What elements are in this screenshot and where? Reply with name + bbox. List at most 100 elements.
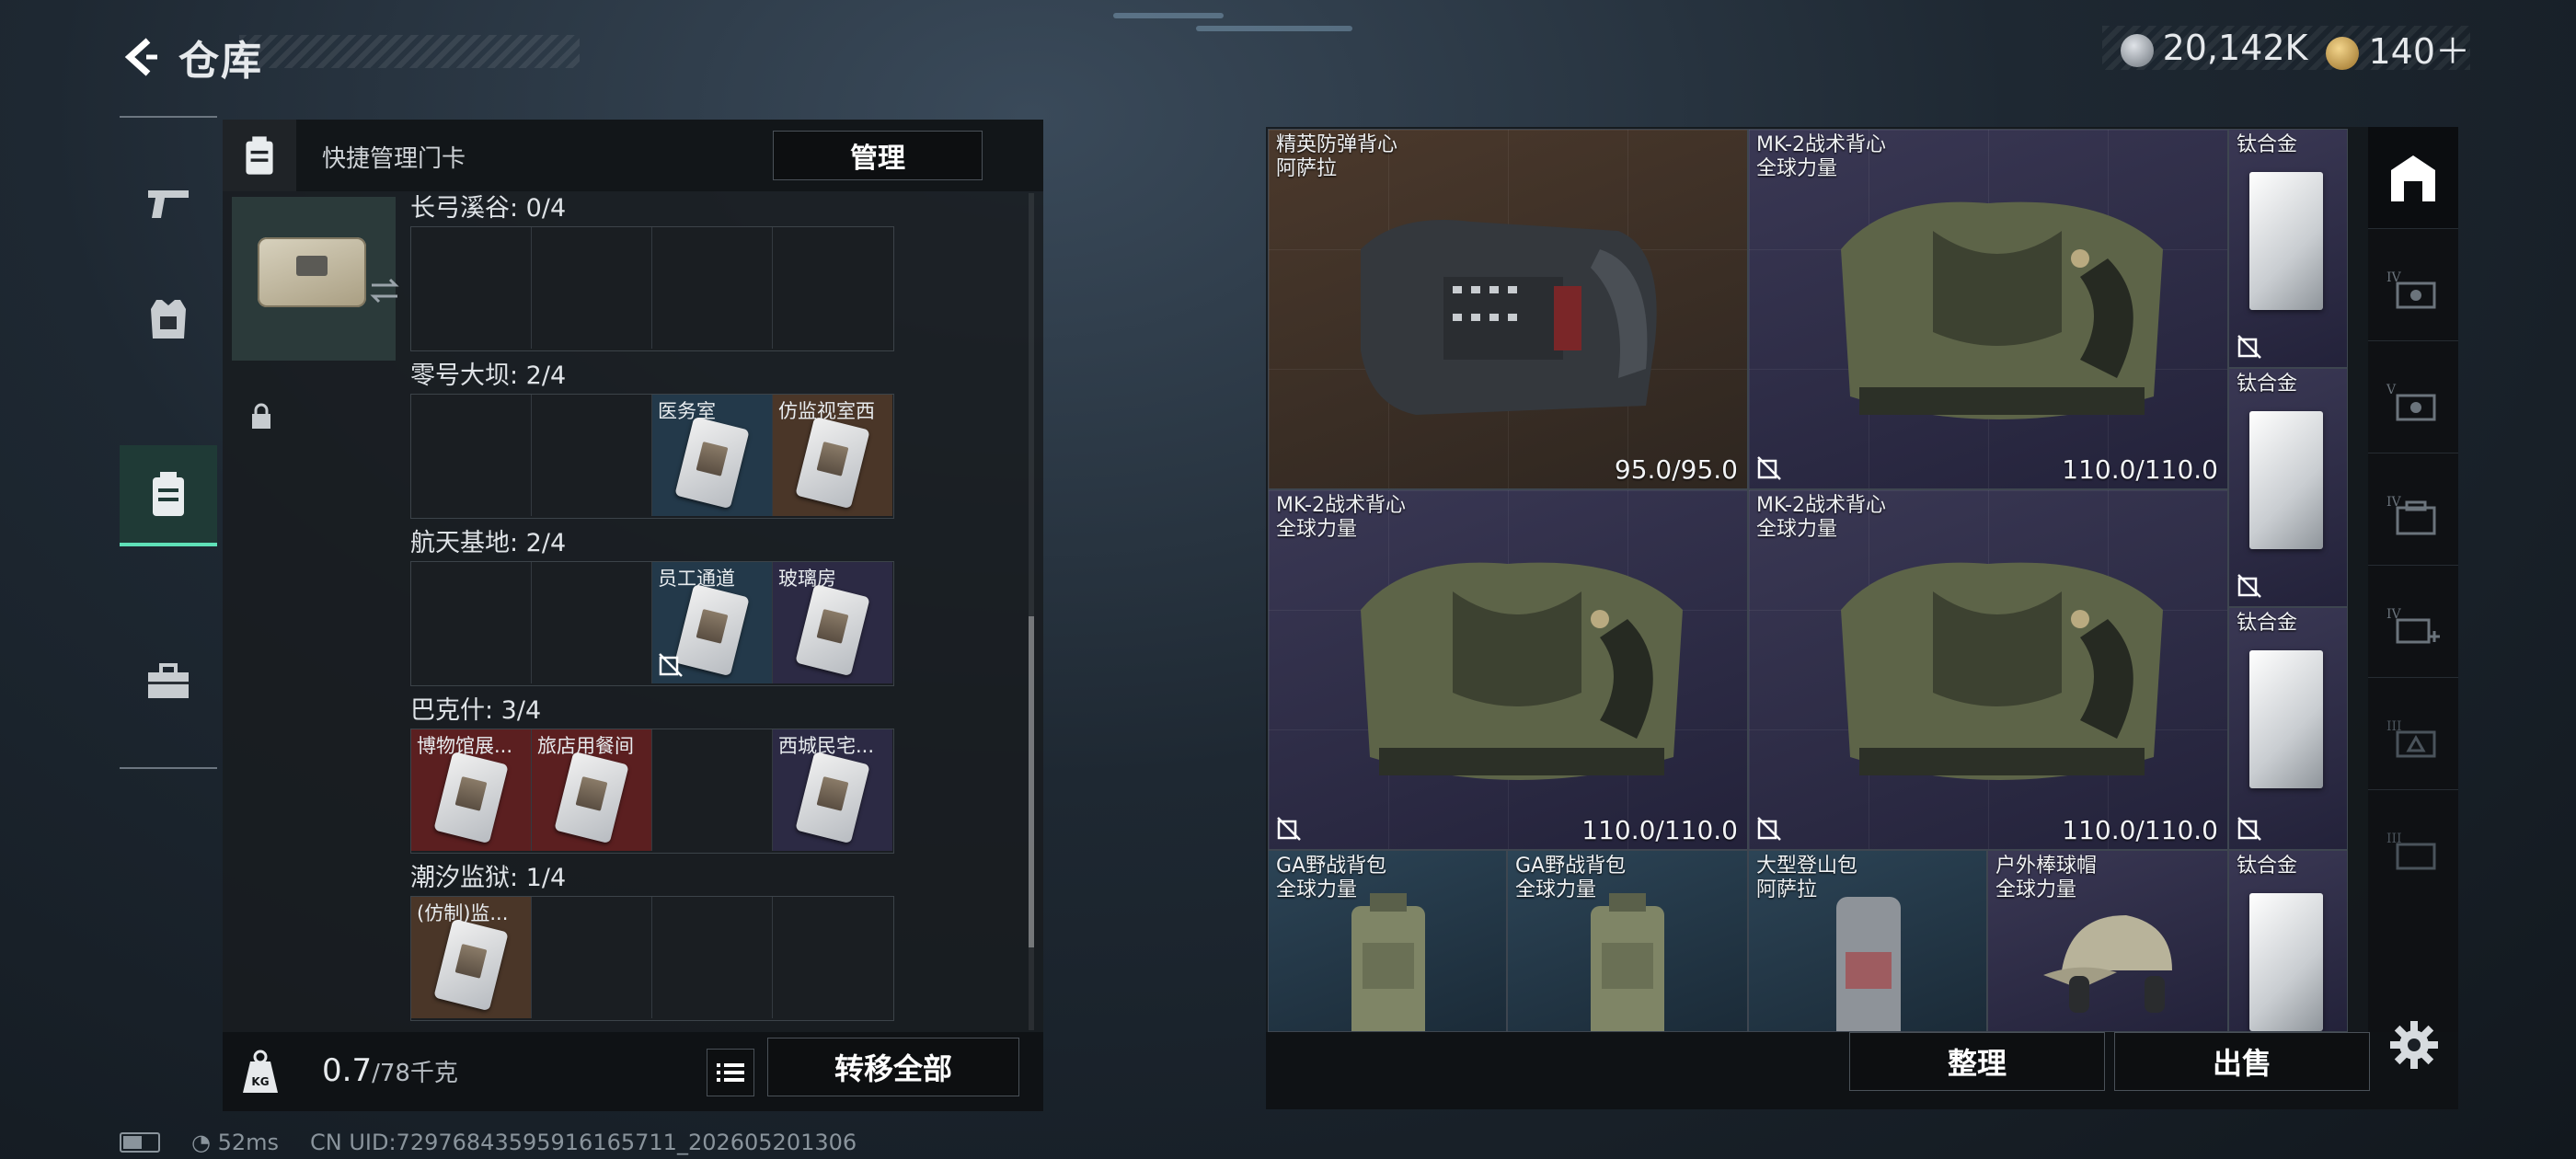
keycard-cell-empty[interactable] bbox=[532, 395, 652, 516]
sell-button[interactable]: 出售 bbox=[2114, 1032, 2370, 1091]
keycard-image bbox=[554, 751, 629, 844]
inventory-item[interactable]: 钛合金 bbox=[2228, 129, 2348, 368]
keycard-label: 员工通道 bbox=[658, 568, 735, 590]
inventory-item[interactable]: 户外棒球帽 全球力量 bbox=[1987, 850, 2228, 1032]
keycard-label: 玻璃房 bbox=[778, 568, 836, 590]
keycard-image bbox=[674, 416, 750, 510]
gold-currency[interactable]: 140＋ bbox=[2326, 23, 2470, 74]
item-name: GA野战背包 全球力量 bbox=[1515, 855, 1627, 901]
keycard-image bbox=[795, 751, 870, 844]
category-weapons[interactable] bbox=[120, 155, 217, 252]
list-icon bbox=[717, 1063, 744, 1082]
keycard-holder-slot[interactable] bbox=[232, 197, 399, 429]
inventory-item[interactable]: MK-2战术背心 全球力量 110.0/110.0 bbox=[1748, 489, 2228, 850]
inventory-item[interactable]: 钛合金 bbox=[2228, 850, 2348, 1032]
quick-manage-label: 快捷管理门卡 bbox=[322, 145, 466, 173]
keycard-cell[interactable]: 玻璃房 bbox=[773, 562, 892, 683]
armor-icon bbox=[151, 300, 186, 339]
category-tools[interactable] bbox=[120, 633, 217, 730]
baseball-cap-image bbox=[2043, 915, 2172, 1013]
group-label: 零号大坝: 2/4 bbox=[410, 361, 567, 390]
manage-button[interactable]: 管理 bbox=[773, 131, 983, 180]
keycard-image bbox=[674, 583, 750, 677]
mk2-vest-image bbox=[1841, 562, 2163, 780]
keycard-cell[interactable]: 西城民宅... bbox=[773, 729, 892, 851]
keycard-cell[interactable]: 员工通道 bbox=[652, 562, 773, 683]
keycard-grid: 医务室 仿监视室西 bbox=[410, 394, 894, 519]
keycard-cell-empty[interactable] bbox=[411, 227, 532, 349]
silver-coin-icon bbox=[2120, 33, 2154, 67]
keycard-cell-empty[interactable] bbox=[411, 562, 532, 683]
keycard-cell[interactable]: 医务室 bbox=[652, 395, 773, 516]
keycard-label: 仿监视室西 bbox=[778, 400, 875, 422]
titanium-ingot-image bbox=[2249, 893, 2323, 1031]
filter-tier-iii-box[interactable]: III bbox=[2368, 800, 2458, 901]
weight-kg-icon: KG bbox=[243, 1050, 278, 1093]
inventory-item[interactable]: GA野战背包 全球力量 bbox=[1507, 850, 1748, 1032]
weight-current: 0.7 bbox=[322, 1052, 373, 1089]
inventory-item[interactable]: 大型登山包 阿萨拉 bbox=[1748, 850, 1987, 1032]
inventory-item[interactable]: 钛合金 bbox=[2228, 607, 2348, 850]
group-label: 巴克什: 3/4 bbox=[410, 696, 542, 725]
header: 仓库 bbox=[120, 28, 318, 86]
settings-gear-icon[interactable] bbox=[2388, 1019, 2440, 1071]
currency-bar[interactable]: 20,142K 140＋ bbox=[2101, 26, 2470, 72]
transfer-all-button[interactable]: 转移全部 bbox=[767, 1038, 1019, 1096]
keycard-grid: (仿制)监... bbox=[410, 896, 894, 1021]
keycard-cell-empty[interactable] bbox=[773, 897, 892, 1018]
medkit-tier-iv-icon: IV bbox=[2386, 607, 2440, 644]
filter-armor-v[interactable]: V bbox=[2368, 351, 2458, 453]
keycard-cell-empty[interactable] bbox=[652, 729, 773, 851]
keycard-cell[interactable]: 仿监视室西 bbox=[773, 395, 892, 516]
item-name: 户外棒球帽 全球力量 bbox=[1995, 855, 2098, 901]
keycard-image bbox=[795, 583, 870, 677]
keycard-label: 旅店用餐间 bbox=[537, 735, 634, 757]
keycard-grid: 员工通道 玻璃房 bbox=[410, 561, 894, 686]
back-arrow-icon bbox=[124, 38, 157, 76]
list-view-button[interactable] bbox=[707, 1049, 754, 1096]
keycard-cell[interactable]: 博物馆展... bbox=[411, 729, 532, 851]
inventory-item[interactable]: MK-2战术背心 全球力量 110.0/110.0 bbox=[1268, 489, 1748, 850]
swap-icon[interactable] bbox=[366, 272, 403, 309]
keycard-cell-empty[interactable] bbox=[411, 395, 532, 516]
filter-armor-iv[interactable]: IV bbox=[2368, 239, 2458, 341]
filter-tier-iii[interactable]: III bbox=[2368, 688, 2458, 790]
keycard-cell-empty[interactable] bbox=[532, 897, 652, 1018]
svg-text:KG: KG bbox=[251, 1075, 269, 1088]
keycard-cell-empty[interactable] bbox=[652, 897, 773, 1018]
filter-medkit-iv[interactable]: IV bbox=[2368, 576, 2458, 678]
category-armor[interactable] bbox=[120, 270, 217, 368]
inventory-item[interactable]: 精英防弹背心 阿萨拉 95.0/95.0 bbox=[1268, 129, 1748, 489]
category-keycards[interactable] bbox=[120, 445, 217, 546]
keycard-label: 博物馆展... bbox=[417, 735, 513, 757]
weight-readout: 0.7/78千克 bbox=[322, 1052, 458, 1089]
inventory-footer: 整理 出售 bbox=[1266, 1032, 2458, 1109]
keycard-image bbox=[795, 416, 870, 510]
keycard-cell[interactable]: (仿制)监... bbox=[411, 897, 532, 1018]
back-button[interactable] bbox=[120, 36, 162, 78]
sort-button[interactable]: 整理 bbox=[1849, 1032, 2105, 1091]
keycard-cell-empty[interactable] bbox=[773, 227, 892, 349]
titanium-ingot-image bbox=[2249, 172, 2323, 310]
no-trade-icon bbox=[2237, 817, 2261, 841]
tier-iii-icon: III bbox=[2386, 719, 2436, 758]
inventory-item[interactable]: GA野战背包 全球力量 bbox=[1268, 850, 1507, 1032]
filter-case-iv[interactable]: IV bbox=[2368, 464, 2458, 566]
keycard-cell-empty[interactable] bbox=[532, 227, 652, 349]
weight-max: /78千克 bbox=[372, 1060, 458, 1087]
lock-icon bbox=[252, 403, 270, 429]
keycard-cell[interactable]: 旅店用餐间 bbox=[532, 729, 652, 851]
silver-amount: 20,142K bbox=[2162, 28, 2308, 68]
filter-warehouse[interactable] bbox=[2368, 127, 2458, 229]
uid-text: CN UID:7297684359591616571​1_20260520130… bbox=[310, 1130, 857, 1155]
scrollbar-thumb[interactable] bbox=[1029, 616, 1034, 947]
inventory-item[interactable]: MK-2战术背心 全球力量 110.0/110.0 bbox=[1748, 129, 2228, 489]
background-light bbox=[1196, 26, 1352, 31]
keycard-cell-empty[interactable] bbox=[532, 562, 652, 683]
inventory-item[interactable]: 钛合金 bbox=[2228, 368, 2348, 607]
toolbox-icon bbox=[148, 663, 189, 698]
wifi-ping: ◔ 52ms bbox=[191, 1130, 279, 1155]
no-trade-icon bbox=[1757, 456, 1781, 480]
elite-vest-image bbox=[1361, 220, 1657, 415]
keycard-cell-empty[interactable] bbox=[652, 227, 773, 349]
